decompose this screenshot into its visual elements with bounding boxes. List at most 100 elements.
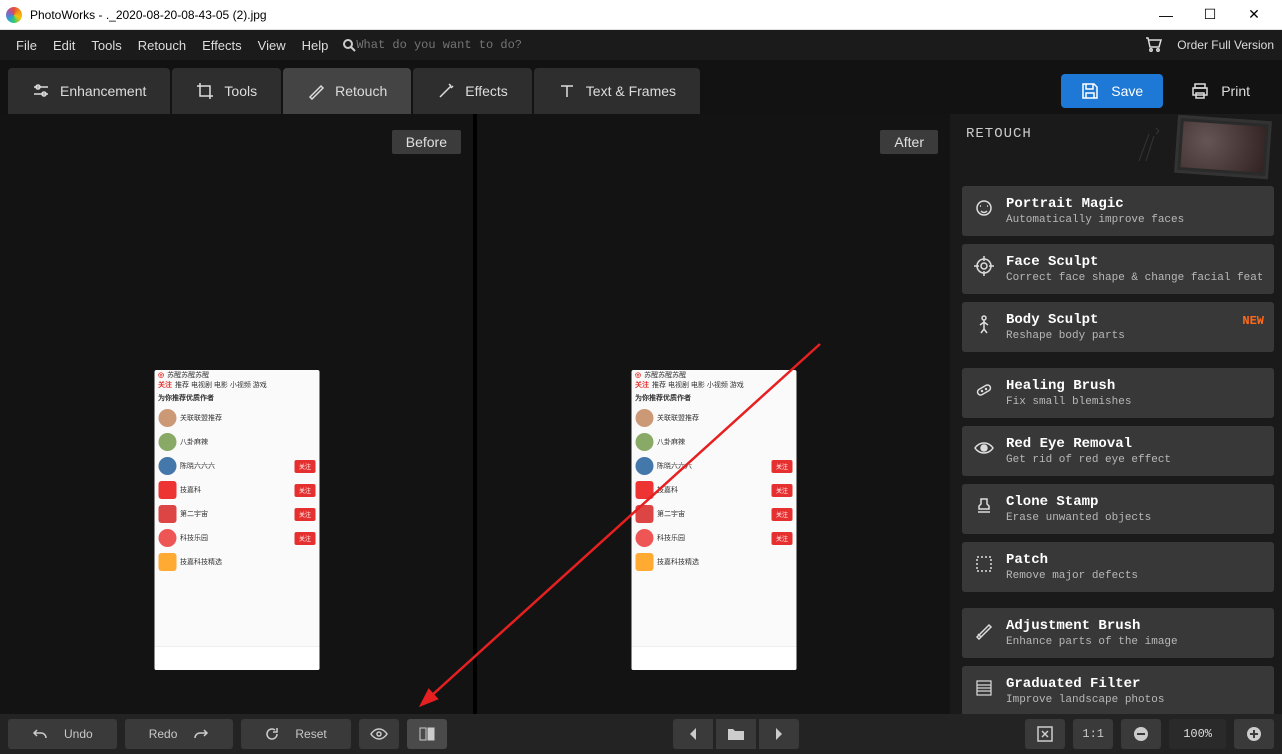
cart-icon bbox=[1145, 37, 1163, 53]
panel-header: RETOUCH bbox=[950, 114, 1282, 180]
chevron-right-icon bbox=[774, 728, 784, 740]
minimize-button[interactable]: — bbox=[1144, 0, 1188, 30]
tool-body-sculpt[interactable]: Body Sculpt Reshape body parts NEW bbox=[962, 302, 1274, 352]
compare-icon bbox=[419, 726, 435, 742]
tool-title: Graduated Filter bbox=[1006, 676, 1262, 692]
fit-icon bbox=[1037, 726, 1053, 742]
app-logo-icon bbox=[6, 7, 22, 23]
preview-toggle-button[interactable] bbox=[359, 719, 399, 749]
tool-clone-stamp[interactable]: Clone Stamp Erase unwanted objects bbox=[962, 484, 1274, 534]
save-icon bbox=[1081, 82, 1099, 100]
menu-retouch[interactable]: Retouch bbox=[130, 38, 194, 53]
before-image: ◎苏醒苏醒苏醒 关注推荐 电视剧 电影 小视频 游戏 为你推荐优质作者 关联联盟… bbox=[154, 370, 319, 670]
chevron-left-icon bbox=[688, 728, 698, 740]
tab-tools[interactable]: Tools bbox=[172, 68, 281, 114]
tool-title: Body Sculpt bbox=[1006, 312, 1262, 328]
tool-healing-brush[interactable]: Healing Brush Fix small blemishes bbox=[962, 368, 1274, 418]
reset-icon bbox=[265, 727, 279, 741]
brush-icon bbox=[307, 82, 325, 100]
menu-file[interactable]: File bbox=[8, 38, 45, 53]
compare-toggle-button[interactable] bbox=[407, 719, 447, 749]
tool-desc: Erase unwanted objects bbox=[1006, 512, 1262, 524]
zoom-level: 100% bbox=[1169, 719, 1226, 749]
content-area: Before ◎苏醒苏醒苏醒 关注推荐 电视剧 电影 小视频 游戏 为你推荐优质… bbox=[0, 114, 1282, 714]
brush-icon bbox=[972, 618, 996, 642]
actual-size-button[interactable]: 1:1 bbox=[1073, 719, 1113, 749]
redo-icon bbox=[193, 728, 209, 740]
printer-icon bbox=[1191, 82, 1209, 100]
stamp-icon bbox=[972, 494, 996, 518]
window-title: PhotoWorks - ._2020-08-20-08-43-05 (2).j… bbox=[30, 8, 1144, 22]
tab-bar: Enhancement Tools Retouch Effects Text &… bbox=[0, 60, 1282, 114]
print-button[interactable]: Print bbox=[1171, 74, 1270, 108]
menu-tools[interactable]: Tools bbox=[83, 38, 129, 53]
next-image-button[interactable] bbox=[759, 719, 799, 749]
tool-title: Portrait Magic bbox=[1006, 196, 1262, 212]
reset-button[interactable]: Reset bbox=[241, 719, 350, 749]
bandage-icon bbox=[972, 378, 996, 402]
after-image: ◎苏醒苏醒苏醒 关注推荐 电视剧 电影 小视频 游戏 为你推荐优质作者 关联联盟… bbox=[631, 370, 796, 670]
tool-desc: Remove major defects bbox=[1006, 570, 1262, 582]
tool-title: Adjustment Brush bbox=[1006, 618, 1262, 634]
target-icon bbox=[972, 254, 996, 278]
fit-screen-button[interactable] bbox=[1025, 719, 1065, 749]
tool-face-sculpt[interactable]: Face Sculpt Correct face shape & change f… bbox=[962, 244, 1274, 294]
menu-effects[interactable]: Effects bbox=[194, 38, 250, 53]
tool-red-eye-removal[interactable]: Red Eye Removal Get rid of red eye effect bbox=[962, 426, 1274, 476]
text-icon bbox=[558, 82, 576, 100]
panel-thumbnail bbox=[1174, 115, 1272, 179]
tool-desc: Get rid of red eye effect bbox=[1006, 454, 1262, 466]
before-label: Before bbox=[392, 130, 461, 154]
tool-desc: Improve landscape photos bbox=[1006, 694, 1262, 706]
brush-deco-icon bbox=[1134, 126, 1164, 166]
folder-icon bbox=[728, 728, 744, 740]
menu-bar: File Edit Tools Retouch Effects View Hel… bbox=[0, 30, 1282, 60]
tool-desc: Reshape body parts bbox=[1006, 330, 1262, 342]
new-badge: NEW bbox=[1242, 314, 1264, 328]
minus-icon bbox=[1133, 726, 1149, 742]
tool-list[interactable]: Portrait Magic Automatically improve face… bbox=[950, 180, 1282, 714]
close-button[interactable]: ✕ bbox=[1232, 0, 1276, 30]
tool-desc: Fix small blemishes bbox=[1006, 396, 1262, 408]
tool-title: Clone Stamp bbox=[1006, 494, 1262, 510]
prev-image-button[interactable] bbox=[673, 719, 713, 749]
menu-help[interactable]: Help bbox=[294, 38, 337, 53]
side-panel: RETOUCH Portrait Magic Automatically impr… bbox=[950, 114, 1282, 714]
body-icon bbox=[972, 312, 996, 336]
tab-effects[interactable]: Effects bbox=[413, 68, 532, 114]
tool-desc: Correct face shape & change facial featu… bbox=[1006, 272, 1262, 284]
order-full-version-button[interactable]: Order Full Version bbox=[1145, 37, 1274, 53]
wand-icon bbox=[437, 82, 455, 100]
zoom-in-button[interactable] bbox=[1234, 719, 1274, 749]
before-pane[interactable]: Before ◎苏醒苏醒苏醒 关注推荐 电视剧 电影 小视频 游戏 为你推荐优质… bbox=[0, 114, 473, 714]
redo-button[interactable]: Redo bbox=[125, 719, 234, 749]
menu-view[interactable]: View bbox=[250, 38, 294, 53]
sliders-icon bbox=[32, 82, 50, 100]
undo-button[interactable]: Undo bbox=[8, 719, 117, 749]
save-button[interactable]: Save bbox=[1061, 74, 1163, 108]
title-bar: PhotoWorks - ._2020-08-20-08-43-05 (2).j… bbox=[0, 0, 1282, 30]
maximize-button[interactable]: ☐ bbox=[1188, 0, 1232, 30]
tab-text-frames[interactable]: Text & Frames bbox=[534, 68, 700, 114]
tool-patch[interactable]: Patch Remove major defects bbox=[962, 542, 1274, 592]
grad-icon bbox=[972, 676, 996, 700]
after-pane[interactable]: After ◎苏醒苏醒苏醒 关注推荐 电视剧 电影 小视频 游戏 为你推荐优质作… bbox=[473, 114, 950, 714]
search-icon bbox=[342, 38, 356, 52]
patch-icon bbox=[972, 552, 996, 576]
crop-icon bbox=[196, 82, 214, 100]
tool-title: Face Sculpt bbox=[1006, 254, 1262, 270]
tab-retouch[interactable]: Retouch bbox=[283, 68, 411, 114]
tool-title: Healing Brush bbox=[1006, 378, 1262, 394]
search-input[interactable] bbox=[356, 38, 556, 52]
tool-title: Patch bbox=[1006, 552, 1262, 568]
tool-graduated-filter[interactable]: Graduated Filter Improve landscape photos bbox=[962, 666, 1274, 714]
tool-adjustment-brush[interactable]: Adjustment BrushEnhance parts of the ima… bbox=[962, 608, 1274, 658]
tool-desc: Automatically improve faces bbox=[1006, 214, 1262, 226]
tab-enhancement[interactable]: Enhancement bbox=[8, 68, 170, 114]
tool-title: Red Eye Removal bbox=[1006, 436, 1262, 452]
undo-icon bbox=[32, 728, 48, 740]
open-folder-button[interactable] bbox=[716, 719, 756, 749]
zoom-out-button[interactable] bbox=[1121, 719, 1161, 749]
tool-portrait-magic[interactable]: Portrait Magic Automatically improve face… bbox=[962, 186, 1274, 236]
menu-edit[interactable]: Edit bbox=[45, 38, 83, 53]
